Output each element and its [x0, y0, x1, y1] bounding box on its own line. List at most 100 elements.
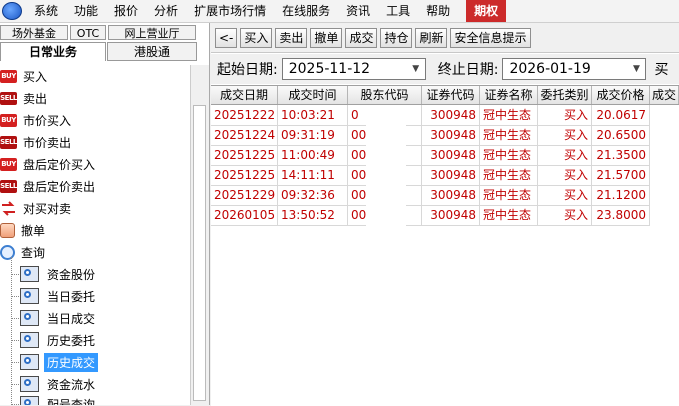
column-header[interactable]: 证券名称: [480, 86, 538, 104]
column-header[interactable]: 成交: [650, 86, 679, 104]
tree-item-buy[interactable]: BUY 买入: [0, 65, 47, 87]
tree-item-after-hours-sell[interactable]: SELL 盘后定价卖出: [0, 175, 95, 197]
table-row[interactable]: 20251229 09:32:36 00 300948 冠中生态 买入 21.1200: [211, 185, 650, 206]
tab-online-hall[interactable]: 网上营业厅: [108, 25, 196, 40]
function-tabs: 场外基金 OTC 网上营业厅 日常业务 港股通: [0, 23, 209, 63]
tree-leaf-funds-holdings[interactable]: 资金股份: [20, 263, 98, 285]
tree-item-label: 卖出: [23, 91, 48, 106]
tree-connector: [11, 274, 19, 275]
tab-hk-connect[interactable]: 港股通: [107, 42, 197, 61]
table-row[interactable]: 20251225 14:11:11 00 300948 冠中生态 买入 21.5700: [211, 165, 650, 186]
table-row[interactable]: 20260105 13:50:52 00 300948 冠中生态 买入 23.8000: [211, 205, 650, 226]
table-cell: 11:00:49: [278, 145, 348, 165]
table-cell: 21.5700: [592, 165, 650, 185]
table-cell: 冠中生态: [480, 125, 538, 145]
table-cell: 10:03:21: [278, 105, 348, 125]
table-cell: 冠中生态: [480, 145, 538, 165]
column-header[interactable]: 成交日期: [211, 86, 278, 104]
menu-item[interactable]: 在线服务: [274, 0, 338, 22]
table-cell: 买入: [538, 165, 592, 185]
tree-leaf-fund-flow[interactable]: 资金流水: [20, 373, 98, 395]
tree-leaf-label: 资金流水: [47, 377, 96, 392]
tree-leaf-label: 当日委托: [47, 289, 96, 304]
cancel-order-icon: [0, 222, 15, 238]
tree-leaf-history-orders[interactable]: 历史委托: [20, 329, 98, 351]
table-header: 成交日期 成交时间 股东代码 证券代码 证券名称 委托类别 成交价格 成交: [211, 86, 679, 105]
tree-scrollbar[interactable]: [190, 65, 209, 405]
buy-icon: BUY: [0, 69, 17, 83]
table-cell: 300948: [422, 165, 480, 185]
sell-icon: SELL: [0, 135, 17, 149]
sell-icon: SELL: [0, 91, 17, 105]
tree-item-query[interactable]: 查询: [0, 241, 45, 263]
table-row[interactable]: 20251225 11:00:49 00 300948 冠中生态 买入 21.3500: [211, 145, 650, 166]
tree-item-cross-trade[interactable]: 对买对卖: [0, 197, 71, 219]
chevron-down-icon[interactable]: ▼: [627, 59, 645, 79]
security-info-button[interactable]: 安全信息提示: [450, 27, 531, 48]
column-header[interactable]: 股东代码: [348, 86, 422, 104]
tree-item-market-sell[interactable]: SELL 市价卖出: [0, 131, 71, 153]
scrollbar-thumb[interactable]: [193, 105, 206, 401]
chevron-down-icon[interactable]: ▼: [407, 59, 425, 79]
table-cell: 21.3500: [592, 145, 650, 165]
tree-leaf-allotment-query[interactable]: 配号查询: [20, 393, 98, 405]
tree-item-after-hours-buy[interactable]: BUY 盘后定价买入: [0, 153, 95, 175]
table-cell: 20.6500: [592, 125, 650, 145]
table-cell: 冠中生态: [480, 185, 538, 205]
menu-item[interactable]: 报价: [106, 0, 146, 22]
tree-item-cancel-order[interactable]: 撤单: [0, 219, 45, 241]
table-cell: 冠中生态: [480, 105, 538, 125]
table-cell: 300948: [422, 125, 480, 145]
tree-leaf-history-trades[interactable]: 历史成交: [20, 351, 99, 373]
main-area: <- 买入 卖出 撤单 成交 持仓 刷新 安全信息提示 起始日期: 2025-1…: [211, 23, 679, 406]
cancel-order-button[interactable]: 撤单: [310, 27, 343, 48]
menu-item[interactable]: 资讯: [338, 0, 378, 22]
tree-leaf-today-trades[interactable]: 当日成交: [20, 307, 98, 329]
query-doc-icon: [20, 310, 39, 326]
positions-button[interactable]: 持仓: [380, 27, 413, 48]
tree-item-sell[interactable]: SELL 卖出: [0, 87, 47, 109]
tree-item-label: 撤单: [21, 223, 46, 238]
table-cell: 买入: [538, 185, 592, 205]
query-doc-icon: [20, 354, 39, 370]
buy-icon: BUY: [0, 157, 17, 171]
tree-connector: [11, 340, 19, 341]
query-doc-icon: [20, 396, 39, 405]
buy-button[interactable]: 买入: [240, 27, 273, 48]
column-header[interactable]: 成交价格: [592, 86, 650, 104]
redaction-mask: [366, 110, 406, 228]
table-cell: 买入: [538, 145, 592, 165]
column-header[interactable]: 证券代码: [422, 86, 480, 104]
table-cell: 买入: [538, 105, 592, 125]
tab-daily-business[interactable]: 日常业务: [0, 42, 106, 61]
end-date-picker[interactable]: 2026-01-19 ▼: [502, 58, 647, 80]
column-header[interactable]: 成交时间: [278, 86, 348, 104]
back-button[interactable]: <-: [215, 27, 238, 48]
table-cell: 13:50:52: [278, 205, 348, 225]
table-cell: 冠中生态: [480, 205, 538, 225]
tree-item-market-buy[interactable]: BUY 市价买入: [0, 109, 71, 131]
tab-otc-fund[interactable]: 场外基金: [0, 25, 68, 40]
start-date-picker[interactable]: 2025-11-12 ▼: [281, 58, 426, 80]
trades-button[interactable]: 成交: [345, 27, 378, 48]
menu-item[interactable]: 系统: [26, 0, 66, 22]
table-row[interactable]: 20251222 10:03:21 0 300948 冠中生态 买入 20.0617: [211, 105, 650, 126]
table-cell: 20251222: [211, 105, 278, 125]
table-cell: 买入: [538, 205, 592, 225]
table-row[interactable]: 20251224 09:31:19 00 300948 冠中生态 买入 20.6500: [211, 125, 650, 146]
table-cell: 21.1200: [592, 185, 650, 205]
menu-item[interactable]: 功能: [66, 0, 106, 22]
menu-item-options[interactable]: 期权: [466, 0, 507, 22]
tab-otc[interactable]: OTC: [70, 25, 106, 40]
menu-item[interactable]: 扩展市场行情: [186, 0, 274, 22]
menu-item[interactable]: 分析: [146, 0, 186, 22]
column-header[interactable]: 委托类别: [538, 86, 592, 104]
menu-item[interactable]: 帮助: [418, 0, 458, 22]
sell-button[interactable]: 卖出: [275, 27, 308, 48]
tree-leaf-today-orders[interactable]: 当日委托: [20, 285, 98, 307]
tree-connector: [11, 362, 19, 363]
tree-connector: [11, 257, 12, 405]
menu-item[interactable]: 工具: [378, 0, 418, 22]
table-cell: 300948: [422, 205, 480, 225]
refresh-button[interactable]: 刷新: [415, 27, 448, 48]
